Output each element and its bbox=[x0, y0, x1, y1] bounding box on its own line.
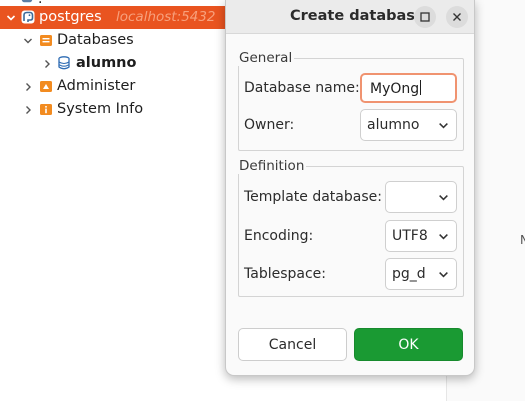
cancel-button[interactable]: Cancel bbox=[238, 328, 347, 361]
owner-select[interactable]: alumno bbox=[360, 109, 457, 141]
definition-group-title: Definition bbox=[238, 158, 307, 174]
tablespace-value: pg_d bbox=[392, 266, 426, 282]
maximize-button[interactable] bbox=[414, 6, 436, 28]
elephant-icon bbox=[21, 0, 33, 3]
tree-partial-label: . bbox=[38, 0, 42, 4]
text-cursor bbox=[420, 80, 422, 95]
database-icon bbox=[58, 56, 70, 70]
tablespace-label: Tablespace: bbox=[244, 266, 326, 282]
tablespace-select[interactable]: pg_d bbox=[385, 258, 457, 290]
owner-label: Owner: bbox=[244, 117, 295, 133]
system-info-folder-icon bbox=[40, 104, 52, 115]
tree-item-databases[interactable]: Databases bbox=[0, 29, 230, 52]
chevron-down-icon bbox=[439, 271, 448, 278]
object-browser-tree: . postgres localhost:5432 Databases bbox=[0, 0, 230, 401]
database-alumno-label: alumno bbox=[76, 55, 137, 71]
administer-label: Administer bbox=[57, 78, 136, 94]
tree-row-partial: . bbox=[0, 0, 230, 4]
dialog-titlebar[interactable]: Create database bbox=[226, 0, 474, 34]
databases-folder-icon bbox=[40, 35, 52, 46]
chevron-right-icon[interactable] bbox=[41, 52, 53, 75]
chevron-down-icon bbox=[439, 122, 448, 129]
encoding-value: UTF8 bbox=[392, 228, 428, 244]
background-text-fragment: N bbox=[520, 233, 525, 247]
owner-value: alumno bbox=[367, 117, 420, 133]
database-name-input[interactable]: MyOng bbox=[360, 73, 457, 103]
tree-item-administer[interactable]: Administer bbox=[0, 75, 230, 98]
ok-button[interactable]: OK bbox=[354, 328, 463, 361]
chevron-down-icon[interactable] bbox=[5, 6, 17, 29]
chevron-down-icon bbox=[439, 233, 448, 240]
dialog-title: Create database bbox=[290, 8, 425, 24]
chevron-down-icon bbox=[439, 194, 448, 201]
chevron-right-icon[interactable] bbox=[22, 75, 34, 98]
template-database-label: Template database: bbox=[244, 189, 382, 205]
close-icon bbox=[453, 13, 461, 21]
server-host-label: localhost:5432 bbox=[116, 9, 216, 25]
template-database-select[interactable] bbox=[385, 181, 457, 213]
chevron-right-icon[interactable] bbox=[22, 98, 34, 121]
chevron-down-icon[interactable] bbox=[22, 29, 34, 52]
general-group-title: General bbox=[238, 50, 295, 66]
create-database-dialog: Create database General Database name: M… bbox=[225, 0, 475, 376]
database-name-value: MyOng bbox=[370, 81, 420, 97]
encoding-select[interactable]: UTF8 bbox=[385, 220, 457, 252]
encoding-label: Encoding: bbox=[244, 228, 314, 244]
databases-label: Databases bbox=[57, 32, 134, 48]
maximize-icon bbox=[420, 12, 430, 22]
elephant-icon bbox=[21, 10, 35, 24]
tree-item-system-info[interactable]: System Info bbox=[0, 98, 230, 121]
administer-folder-icon bbox=[40, 81, 52, 92]
close-button[interactable] bbox=[446, 6, 468, 28]
tree-item-server[interactable]: postgres localhost:5432 bbox=[0, 6, 230, 29]
database-name-label: Database name: bbox=[244, 80, 360, 96]
server-label: postgres bbox=[39, 9, 102, 25]
system-info-label: System Info bbox=[57, 101, 144, 117]
tree-item-database-alumno[interactable]: alumno bbox=[0, 52, 230, 75]
